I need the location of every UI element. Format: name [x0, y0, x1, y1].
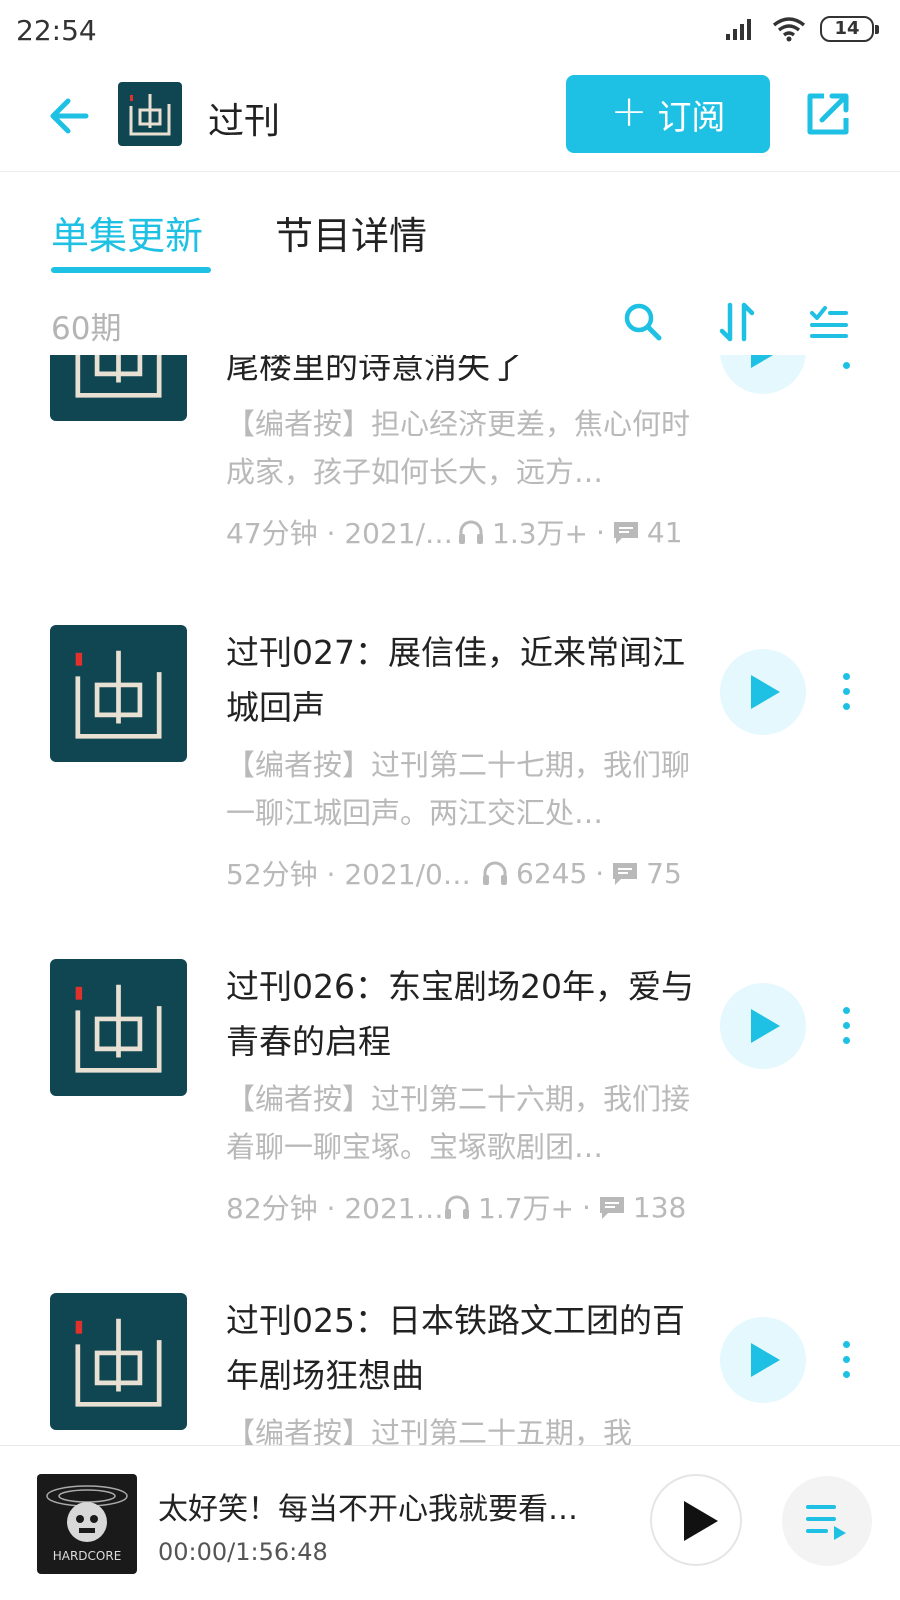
episode-cover-mark: [75, 355, 162, 398]
more-icon[interactable]: [840, 1007, 852, 1047]
episode-title: 过刊025：日本铁路文工团的百年剧场狂想曲: [226, 1301, 685, 1395]
comment-icon: [613, 863, 638, 885]
comment-icon: [613, 522, 638, 544]
podcast-logo-mark: [129, 94, 171, 136]
episode-info: 47分钟 · 2021/…: [226, 517, 454, 550]
mini-player[interactable]: HARDCORE 太好笑！每当不开心我就要看… 00:00/1:56:48: [0, 1445, 900, 1600]
page-title: 过刊: [208, 101, 281, 142]
comments-count: 41: [646, 515, 683, 549]
status-time: 22:54: [16, 14, 97, 47]
tab-details[interactable]: 节目详情: [275, 205, 427, 260]
player-title: 太好笑！每当不开心我就要看…: [158, 1492, 578, 1527]
tab-episodes[interactable]: 单集更新: [51, 205, 203, 260]
plays-count: 1.7万+: [478, 1192, 574, 1225]
list-item[interactable]: 过刊028：城市下一篇作文：烂尾楼里的诗意消失了 【编者按】担心经济更差，焦心何…: [0, 355, 900, 584]
play-button[interactable]: [720, 1317, 806, 1403]
status-bar: 22:54 14: [0, 0, 900, 62]
episode-description: 【编者按】过刊第二十五期，我: [226, 1416, 633, 1445]
play-button[interactable]: [720, 649, 806, 735]
sort-icon[interactable]: [714, 299, 760, 345]
episode-cover-mark: [75, 984, 162, 1073]
episode-description: 【编者按】过刊第二十七期，我们聊一聊江城回声。两江交汇处…: [226, 748, 691, 830]
comments-count: 75: [646, 856, 682, 890]
player-cover-text: HARDCORE: [53, 1549, 122, 1563]
subscribe-button[interactable]: + 订阅: [566, 75, 770, 153]
back-arrow-icon[interactable]: [44, 90, 96, 142]
play-button[interactable]: [720, 355, 806, 394]
list-item[interactable]: 过刊027：展信佳，近来常闻江城回声 【编者按】过刊第二十七期，我们聊一聊江城回…: [0, 625, 900, 925]
player-cover-art: HARDCORE: [46, 1485, 128, 1563]
plays-count: 1.3万+: [492, 517, 588, 550]
headphone-icon: [483, 861, 507, 885]
plus-icon: +: [610, 86, 648, 137]
share-icon[interactable]: [800, 86, 856, 142]
comment-icon: [599, 1197, 624, 1219]
episode-list: 过刊028：城市下一篇作文：烂尾楼里的诗意消失了 【编者按】担心经济更差，焦心何…: [0, 355, 900, 1445]
episode-cover: [50, 355, 187, 421]
player-time: 00:00/1:56:48: [158, 1538, 328, 1566]
episode-cover-mark: [75, 650, 162, 739]
filter-list-icon[interactable]: [806, 299, 852, 345]
header: 过刊 + 订阅: [0, 62, 900, 172]
list-item[interactable]: 过刊026：东宝剧场20年，爱与青春的启程 【编者按】过刊第二十六期，我们接着聊…: [0, 959, 900, 1259]
list-toolbar: 60期: [0, 295, 900, 355]
signal-icon: [726, 19, 751, 40]
playlist-button[interactable]: [782, 1476, 872, 1566]
list-item[interactable]: 过刊025：日本铁路文工团的百年剧场狂想曲 【编者按】过刊第二十五期，我: [0, 1293, 900, 1445]
episode-title: 过刊027：展信佳，近来常闻江城回声: [226, 633, 685, 727]
tab-bar: 单集更新 节目详情: [0, 205, 900, 275]
episode-cover: [50, 959, 187, 1096]
more-icon[interactable]: [840, 355, 852, 372]
episode-meta: 82分钟 · 2021… 1.7万+ · 138: [226, 1185, 696, 1229]
play-icon: [684, 1501, 718, 1541]
status-icons: 14: [724, 16, 879, 42]
episode-cover-mark: [75, 1318, 162, 1407]
player-cover: HARDCORE: [37, 1474, 137, 1574]
episode-count: 60期: [51, 311, 122, 347]
tab-active-indicator: [51, 267, 211, 273]
comments-count: 138: [632, 1190, 687, 1224]
playlist-icon: [806, 1505, 846, 1540]
play-icon: [751, 675, 780, 709]
wifi-icon: [772, 17, 806, 42]
play-icon: [751, 355, 774, 368]
subscribe-label: 订阅: [657, 97, 726, 138]
episode-plays: 1.7万+: [442, 1187, 574, 1227]
episode-title: 过刊028：城市下一篇作文：烂尾楼里的诗意消失了: [226, 355, 523, 386]
play-button[interactable]: [720, 983, 806, 1069]
battery-indicator: 14: [820, 16, 879, 42]
play-icon: [751, 1343, 780, 1377]
episode-plays: 6245: [480, 857, 587, 890]
episode-comments: · 41: [596, 515, 683, 549]
headphone-icon: [445, 1195, 469, 1219]
episode-cover: [50, 625, 187, 762]
player-play-button[interactable]: [650, 1474, 742, 1566]
episode-info: 52分钟 · 2021/0…: [226, 858, 471, 891]
episode-plays: 1.3万+: [456, 512, 588, 552]
episode-description: 【编者按】过刊第二十六期，我们接着聊一聊宝塚。宝塚歌剧团…: [226, 1082, 691, 1164]
episode-meta: 47分钟 · 2021/… 1.3万+ · 41: [226, 510, 696, 554]
search-icon[interactable]: [620, 299, 666, 345]
episode-comments: · 75: [595, 856, 682, 890]
episode-info: 82分钟 · 2021…: [226, 1192, 444, 1225]
episode-title: 过刊026：东宝剧场20年，爱与青春的启程: [226, 967, 694, 1061]
episode-description: 【编者按】担心经济更差，焦心何时成家，孩子如何长大，远方…: [226, 407, 691, 489]
plays-count: 6245: [516, 856, 588, 890]
more-icon[interactable]: [840, 1341, 852, 1381]
headphone-icon: [459, 520, 483, 544]
episode-cover: [50, 1293, 187, 1430]
play-icon: [751, 1009, 780, 1043]
episode-meta: 52分钟 · 2021/0… 6245 · 75: [226, 851, 696, 895]
more-icon[interactable]: [840, 673, 852, 713]
episode-comments: · 138: [582, 1190, 687, 1224]
podcast-logo: [118, 82, 182, 146]
